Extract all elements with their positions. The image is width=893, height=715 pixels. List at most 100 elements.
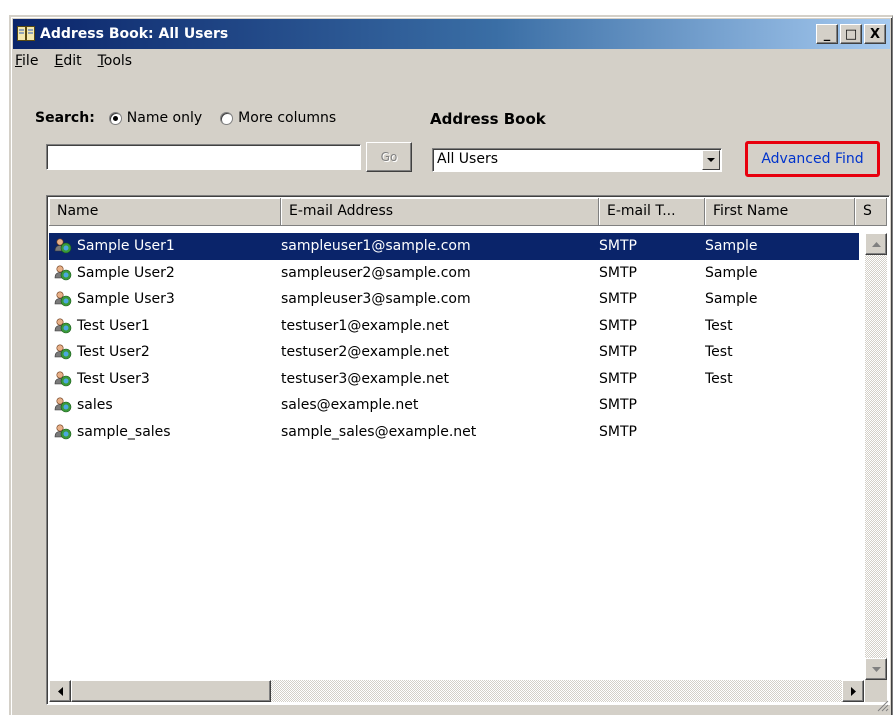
column-header-name[interactable]: Name [49,198,281,226]
person-icon [54,317,72,335]
cell-first-name: Test [705,370,733,387]
contact-name: Test User1 [77,317,150,334]
cell-first-name: Sample [705,291,758,308]
cell-email: sample_sales@example.net [281,423,477,440]
close-button[interactable]: X [864,24,886,44]
menu-edit[interactable]: Edit [54,53,81,69]
table-row[interactable]: Test User2 testuser2@example.net SMTP Test [49,339,859,366]
contact-name: Test User3 [77,370,150,387]
menu-file[interactable]: File [15,53,38,69]
search-options: Search: Name only More columns [35,110,354,126]
table-row[interactable]: sales sales@example.net SMTP [49,392,859,419]
search-label: Search: [35,110,95,126]
cell-email-type: SMTP [599,291,637,308]
address-book-select[interactable]: All Users [432,148,722,172]
cell-name: sales [49,396,281,414]
table-row[interactable]: sample_sales sample_sales@example.net SMTP [49,419,859,446]
cell-name: Test User1 [49,317,281,335]
cell-email-type: SMTP [599,264,637,281]
radio-unchecked-icon [220,111,234,125]
person-icon [54,370,72,388]
cell-email-type: SMTP [599,397,637,414]
contact-name: Sample User1 [77,238,175,255]
address-book-label: Address Book [430,110,546,128]
contact-name: Sample User2 [77,264,175,281]
cell-name: Sample User1 [49,237,281,255]
cell-name: Test User3 [49,370,281,388]
column-header-email[interactable]: E-mail Address [281,198,599,226]
horizontal-scroll-thumb[interactable] [71,680,271,702]
cell-email: testuser3@example.net [281,370,450,387]
scroll-up-button[interactable] [865,233,887,255]
scroll-left-button[interactable] [49,680,71,702]
radio-more-columns-label: More columns [238,110,337,126]
cell-name: Test User2 [49,343,281,361]
person-icon [54,264,72,282]
radio-name-only[interactable]: Name only [108,110,203,126]
vertical-scrollbar[interactable] [865,233,887,680]
cell-email: testuser1@example.net [281,317,450,334]
cell-email-type: SMTP [599,238,637,255]
column-header-first-name[interactable]: First Name [705,198,855,226]
scrollbar-corner [865,680,887,702]
person-icon [54,396,72,414]
resize-grip-icon[interactable] [877,700,889,712]
cell-email: sampleuser2@sample.com [281,264,471,281]
cell-name: Sample User3 [49,290,281,308]
maximize-button[interactable]: □ [840,24,862,44]
maximize-icon: □ [844,26,858,42]
menu-tools[interactable]: Tools [98,53,133,69]
cell-email: sampleuser1@sample.com [281,238,471,255]
minimize-button[interactable]: _ [816,24,838,44]
go-button[interactable]: Go [366,142,412,172]
cell-email-type: SMTP [599,423,637,440]
contact-name: sample_sales [77,423,171,440]
scroll-right-icon [850,686,856,696]
cell-name: Sample User2 [49,264,281,282]
radio-checked-icon [108,111,122,125]
scroll-right-button[interactable] [842,680,864,702]
contact-name: Test User2 [77,344,150,361]
scroll-up-icon [871,241,881,247]
table-row[interactable]: Sample User3 sampleuser3@sample.com SMTP Sa… [49,286,859,313]
table-row[interactable]: Test User3 testuser3@example.net SMTP Test [49,366,859,393]
advanced-find-button[interactable]: Advanced Find [745,141,880,177]
dropdown-arrow-icon[interactable] [702,150,720,170]
window-controls: _ □ X [814,24,886,44]
cell-email-type: SMTP [599,370,637,387]
contact-name: sales [77,397,113,414]
radio-name-only-label: Name only [126,110,203,126]
person-icon [54,237,72,255]
cell-first-name: Sample [705,238,758,255]
table-row[interactable]: Test User1 testuser1@example.net SMTP Test [49,313,859,340]
cell-email: sales@example.net [281,397,419,414]
list-header: Name E-mail Address E-mail T... First Na… [49,198,887,226]
person-icon [54,343,72,361]
cell-first-name: Test [705,344,733,361]
cell-email-type: SMTP [599,317,637,334]
cell-email: sampleuser3@sample.com [281,291,471,308]
table-row[interactable]: Sample User1 sampleuser1@sample.com SMTP Sa… [49,233,859,260]
column-header-s[interactable]: S [855,198,887,226]
title-bar[interactable]: Address Book: All Users _ □ X [13,19,890,49]
scroll-down-button[interactable] [865,658,887,680]
cell-first-name: Sample [705,264,758,281]
menu-bar: File Edit Tools [15,53,132,69]
radio-more-columns[interactable]: More columns [220,110,336,126]
table-row[interactable]: Sample User2 sampleuser2@sample.com SMTP Sa… [49,260,859,287]
address-book-icon [17,26,35,42]
address-book-selected: All Users [437,151,499,167]
search-input[interactable] [46,144,361,170]
cell-email-type: SMTP [599,344,637,361]
contact-name: Sample User3 [77,291,175,308]
contacts-list: Name E-mail Address E-mail T... First Na… [46,195,890,705]
list-rows: Sample User1 sampleuser1@sample.com SMTP Sa… [49,233,859,445]
scroll-left-icon [57,686,63,696]
cell-name: sample_sales [49,423,281,441]
scroll-down-icon [871,666,881,672]
person-icon [54,290,72,308]
advanced-find-label: Advanced Find [761,151,864,167]
horizontal-scrollbar[interactable] [49,680,864,702]
column-header-email-type[interactable]: E-mail T... [599,198,705,226]
cell-email: testuser2@example.net [281,344,450,361]
